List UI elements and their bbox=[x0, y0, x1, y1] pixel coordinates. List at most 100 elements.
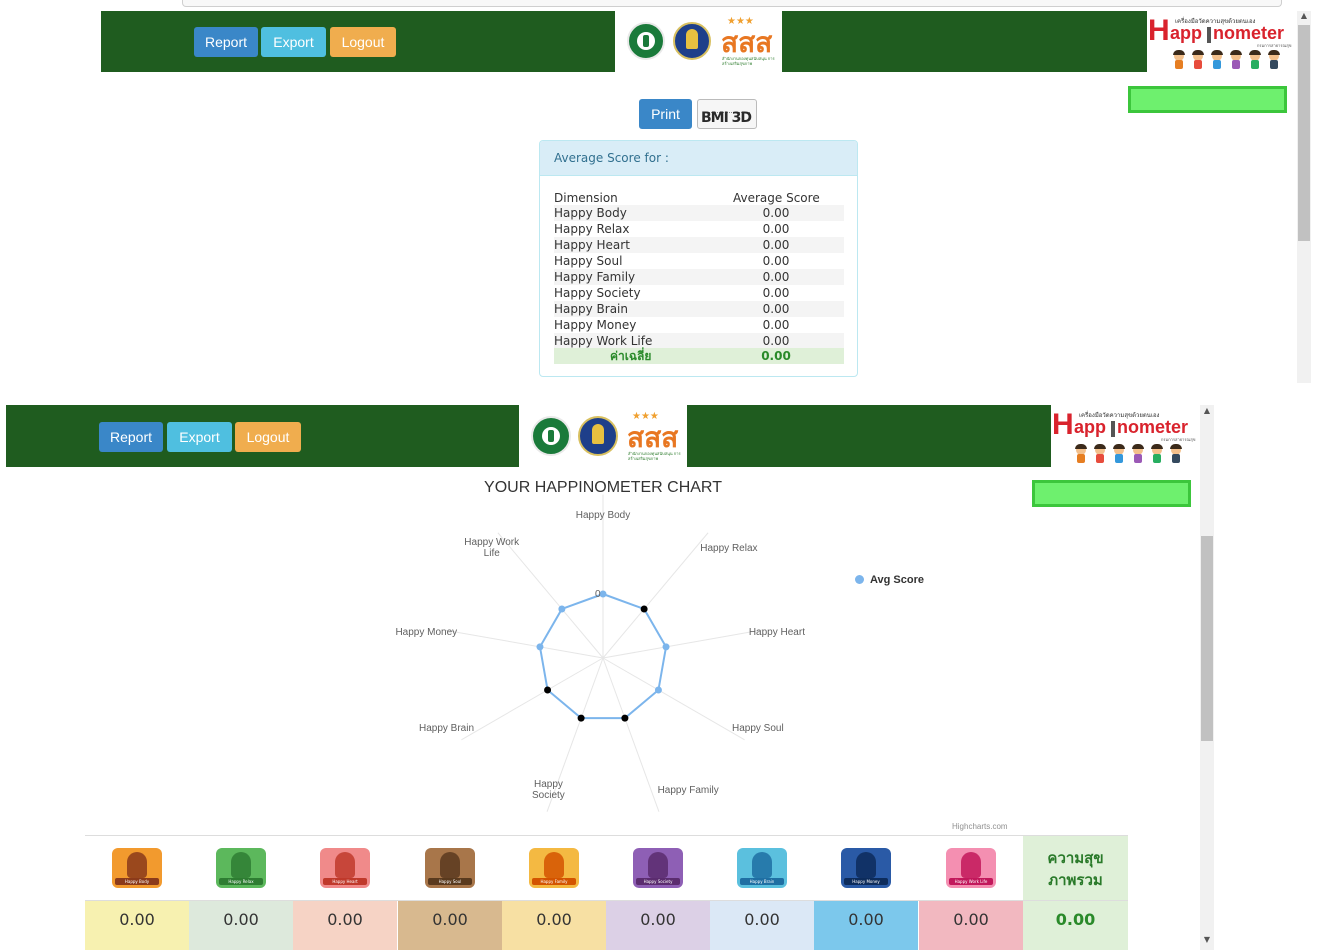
kid-icon bbox=[1173, 50, 1185, 69]
score-table-row: Happy Family 0.00 bbox=[554, 269, 844, 285]
score-table-row: Happy Money 0.00 bbox=[554, 317, 844, 333]
legend-marker-icon bbox=[855, 575, 864, 584]
dimension-name: Happy Money bbox=[554, 318, 637, 332]
data-point[interactable] bbox=[536, 643, 544, 651]
radar-axis-label: Happy Money bbox=[395, 627, 458, 639]
dimension-name: Happy Brain bbox=[554, 302, 628, 316]
dimension-average: 0.00 bbox=[762, 222, 790, 236]
happy-society-icon[interactable]: Happy Society bbox=[633, 848, 683, 888]
dimension-icon-row: Happy Body Happy Relax Happy Heart Happy So… bbox=[85, 835, 1128, 901]
happy-body-icon[interactable]: Happy Body bbox=[112, 848, 162, 888]
radar-spoke bbox=[602, 657, 745, 741]
dimension-average: 0.00 bbox=[762, 238, 790, 252]
dimension-average: 0.00 bbox=[762, 302, 790, 316]
dimension-name: Happy Heart bbox=[554, 238, 630, 252]
dimension-name: Happy Soul bbox=[554, 254, 623, 268]
happinometer-logo: H เครื่องมือวัดความสุขด้วยตนเอง app nome… bbox=[1147, 11, 1293, 75]
dimension-icon-cell: Happy Relax bbox=[189, 836, 293, 901]
average-label: ค่าเฉลี่ย bbox=[610, 349, 652, 363]
radar-axis-label: Happy Family bbox=[657, 785, 719, 797]
data-point[interactable] bbox=[662, 643, 670, 651]
kid-icon bbox=[1211, 50, 1223, 69]
dimension-icon-cell: Happy Family bbox=[502, 836, 606, 901]
partner-logos: สสส ★★★ สำนักงานกองทุนสนับสนุน การสร้างเ… bbox=[615, 11, 782, 72]
overall-score-cell: 0.00 bbox=[1023, 901, 1128, 950]
dimension-name: Happy Relax bbox=[554, 222, 630, 236]
dimension-score-cell: 0.00 bbox=[293, 901, 397, 950]
dimension-score-cell: 0.00 bbox=[189, 901, 293, 950]
radar-spoke bbox=[602, 629, 765, 659]
radar-axis-label: Happy Work Life bbox=[464, 537, 520, 560]
ministry-logo-icon bbox=[627, 22, 665, 60]
radar-spoke bbox=[461, 657, 604, 741]
happy-money-icon[interactable]: Happy Money bbox=[841, 848, 891, 888]
radar-spoke bbox=[441, 629, 604, 659]
panel-title: Average Score for : bbox=[554, 151, 669, 165]
data-point[interactable] bbox=[577, 714, 585, 722]
star-icon: ★★★ bbox=[727, 16, 754, 27]
print-button[interactable]: Print bbox=[639, 99, 692, 129]
dimension-icon-cell: Happy Body bbox=[85, 836, 189, 901]
icon-caption: Happy Soul bbox=[428, 878, 472, 885]
icon-caption: Happy Society bbox=[636, 878, 680, 885]
happy-brain-icon[interactable]: Happy Brain bbox=[737, 848, 787, 888]
dimension-icon-cell: Happy Brain bbox=[710, 836, 814, 901]
thaihealth-subtitle: สำนักงานกองทุนสนับสนุน การสร้างเสริมสุขภ… bbox=[722, 56, 775, 66]
dimension-icon-cell: Happy Work Life bbox=[919, 836, 1023, 901]
bmi-3d-button[interactable]: BMI 3D bbox=[697, 99, 757, 129]
data-point[interactable] bbox=[558, 605, 566, 613]
logout-button[interactable]: Logout bbox=[330, 27, 396, 57]
dimension-score-cell: 0.00 bbox=[606, 901, 710, 950]
icon-caption: Happy Heart bbox=[323, 878, 367, 885]
icon-caption: Happy Relax bbox=[219, 878, 263, 885]
dimension-average: 0.00 bbox=[762, 286, 790, 300]
scroll-thumb[interactable] bbox=[1298, 25, 1310, 241]
dimension-score-cell: 0.00 bbox=[398, 901, 502, 950]
scrollbar[interactable]: ▲ bbox=[1297, 11, 1311, 383]
scroll-up-icon[interactable]: ▲ bbox=[1297, 11, 1311, 21]
happy-soul-icon[interactable]: Happy Soul bbox=[425, 848, 475, 888]
data-point[interactable] bbox=[640, 605, 648, 613]
panel-heading: Average Score for : bbox=[540, 141, 857, 176]
happy-family-icon[interactable]: Happy Family bbox=[529, 848, 579, 888]
icon-caption: Happy Work Life bbox=[949, 878, 993, 885]
dimension-average: 0.00 bbox=[762, 206, 790, 220]
dimension-name: Happy Work Life bbox=[554, 334, 653, 348]
dimension-icon-cell: Happy Money bbox=[814, 836, 918, 901]
data-point[interactable] bbox=[621, 714, 629, 722]
dimension-average: 0.00 bbox=[762, 318, 790, 332]
happy-heart-icon[interactable]: Happy Heart bbox=[320, 848, 370, 888]
dimension-name: Happy Body bbox=[554, 206, 627, 220]
legend-label: Avg Score bbox=[870, 574, 925, 586]
score-table-row: Happy Brain 0.00 bbox=[554, 301, 844, 317]
data-point[interactable] bbox=[544, 686, 552, 694]
legend-item-avg-score[interactable]: Avg Score bbox=[855, 574, 924, 586]
radar-spoke bbox=[602, 532, 709, 659]
data-point[interactable] bbox=[654, 686, 662, 694]
icon-caption: Happy Family bbox=[532, 878, 576, 885]
radar-spoke bbox=[602, 657, 660, 812]
dimension-icon-cell: Happy Society bbox=[606, 836, 710, 901]
happy-work-life-icon[interactable]: Happy Work Life bbox=[946, 848, 996, 888]
overall-happiness-header: ความสุข ภาพรวม bbox=[1023, 836, 1128, 901]
dimension-average: 0.00 bbox=[762, 254, 790, 268]
average-row: ค่าเฉลี่ย 0.00 bbox=[554, 348, 844, 364]
radar-axis-label: Happy Brain bbox=[418, 723, 475, 734]
score-table-row: Happy Heart 0.00 bbox=[554, 237, 844, 253]
export-button[interactable]: Export bbox=[261, 27, 326, 57]
radar-axis-label: Happy Body bbox=[575, 510, 631, 521]
column-header-dimension: Dimension bbox=[554, 191, 618, 205]
overall-label-line2: ภาพรวม bbox=[1048, 871, 1103, 889]
report-button[interactable]: Report bbox=[194, 27, 258, 57]
happy-relax-icon[interactable]: Happy Relax bbox=[216, 848, 266, 888]
radar-axis-label: Happy Relax bbox=[700, 543, 758, 555]
average-score-panel: Average Score for : Dimension Average Sc… bbox=[539, 140, 858, 377]
highcharts-credit[interactable]: Highcharts.com bbox=[952, 822, 1008, 831]
chart-frame: Report Export Logout สสส ★★★ สำนักงานกอง… bbox=[0, 383, 1318, 950]
dimension-score-cell: 0.00 bbox=[919, 901, 1023, 950]
dimension-average: 0.00 bbox=[762, 270, 790, 284]
dimension-score-row: 0.00 0.00 0.00 0.00 0.00 0.00 0.00 0.00 0.00 0.0… bbox=[85, 900, 1128, 950]
user-status-bar bbox=[1128, 86, 1287, 113]
average-value: 0.00 bbox=[761, 349, 791, 363]
dimension-average: 0.00 bbox=[762, 334, 790, 348]
